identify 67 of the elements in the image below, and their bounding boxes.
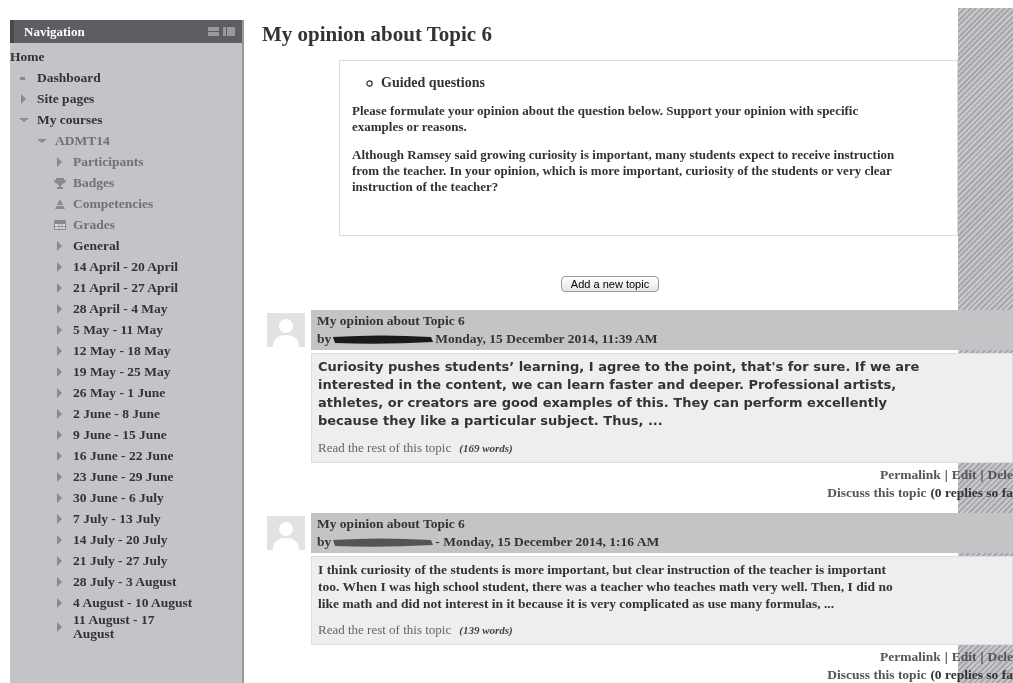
nav-item[interactable]: 4 August - 10 August	[73, 595, 193, 610]
nav-item[interactable]: Dashboard	[37, 70, 101, 85]
nav-item[interactable]: 14 July - 20 July	[73, 532, 168, 547]
post-text-line: athletes, or creators are good examples of this. They can perform excellently	[318, 394, 888, 412]
post-text-line: too. When I was high school student, there was a teacher who teaches math very well. Then, I did no	[318, 578, 894, 595]
post-text-line: like math and did not interest in it because it is very complicated as use many formulas, ...	[318, 595, 836, 612]
nav-item[interactable]: Site pages	[37, 91, 95, 106]
nav-item[interactable]: 16 June - 22 June	[73, 448, 174, 463]
nav-item[interactable]: 5 May - 11 May	[73, 322, 163, 337]
link-separator: |	[980, 649, 984, 665]
post-subject: My opinion about Topic 6	[317, 313, 466, 329]
link-separator: |	[944, 467, 948, 483]
question-paragraph: Please formulate your opinion about the question below. Support your opinion with specific examples or reasons.	[352, 103, 860, 135]
post-date: Monday, 15 December 2014, 11:39 AM	[435, 331, 658, 347]
read-more-link[interactable]: Read the rest of this topic	[318, 440, 452, 456]
circle-bullet-icon	[366, 79, 373, 87]
trophy-icon	[54, 176, 66, 189]
nav-item[interactable]: 26 May - 1 June	[73, 385, 166, 400]
nav-item[interactable]: My courses	[37, 112, 103, 127]
navigation-title: Navigation	[24, 23, 85, 40]
reply-count: (0 replies so fa	[930, 667, 1013, 683]
word-count: (139 words)	[459, 624, 513, 636]
avatar-icon	[267, 516, 305, 550]
nav-item[interactable]: 21 April - 27 April	[73, 280, 178, 295]
nav-item[interactable]: 30 June - 6 July	[73, 490, 164, 505]
discuss-link[interactable]: Discuss this topic	[827, 485, 927, 501]
post-text-line: I think curiosity of the students is more important, but clear instruction of the teacher is important	[318, 561, 888, 578]
nav-item[interactable]: 12 May - 18 May	[73, 343, 171, 358]
post-text-line: Curiosity pushes students’ learning, I agree to the point, that's for sure. If we are	[318, 358, 921, 376]
question-heading: Guided questions	[381, 75, 485, 91]
nav-item[interactable]: 21 July - 27 July	[73, 553, 168, 568]
link-separator: |	[944, 649, 948, 665]
nav-item[interactable]: 23 June - 29 June	[73, 469, 174, 484]
post-action-link[interactable]: Edit	[951, 649, 977, 665]
nav-item[interactable]: 2 June - 8 June	[73, 406, 160, 421]
nav-item[interactable]: 28 July - 3 August	[73, 574, 177, 589]
question-paragraph: Although Ramsey said growing curiosity is important, many students expect to receive instruction from the teacher. In your opinion, which is more important, curiosity of the students or very clear instruction of the teacher?	[352, 147, 896, 195]
page-title: My opinion about Topic 6	[262, 22, 493, 47]
post-action-link[interactable]: Permalink	[880, 649, 941, 665]
nav-item[interactable]: 14 April - 20 April	[73, 259, 178, 274]
pyramid-icon	[54, 197, 66, 210]
read-more-link[interactable]: Read the rest of this topic	[318, 622, 452, 638]
nav-item[interactable]: General	[73, 238, 120, 253]
post-subject: My opinion about Topic 6	[317, 516, 466, 532]
nav-item[interactable]: 7 July - 13 July	[73, 511, 161, 526]
discuss-link[interactable]: Discuss this topic	[827, 667, 927, 683]
add-topic-button[interactable]: Add a new topic	[560, 276, 660, 292]
word-count: (169 words)	[459, 442, 513, 454]
nav-item[interactable]: 19 May - 25 May	[73, 364, 171, 379]
nav-item[interactable]: 9 June - 15 June	[73, 427, 167, 442]
table-icon	[54, 218, 66, 231]
nav-item[interactable]: 11 August - 17 August	[73, 613, 195, 641]
post-action-link[interactable]: Dele	[987, 467, 1013, 483]
link-separator: |	[980, 467, 984, 483]
post-action-link[interactable]: Edit	[951, 467, 977, 483]
dock-icon[interactable]	[208, 26, 236, 37]
post-action-link[interactable]: Permalink	[880, 467, 941, 483]
nav-item[interactable]: Home	[10, 49, 45, 64]
post-text-line: interested in the content, we can learn faster and deeper. Professional artists,	[318, 376, 898, 394]
post-date: - Monday, 15 December 2014, 1:16 AM	[435, 534, 660, 550]
by-label: by	[317, 534, 332, 550]
avatar-icon	[267, 313, 305, 347]
reply-count: (0 replies so fa	[930, 485, 1013, 501]
nav-item[interactable]: 28 April - 4 May	[73, 301, 168, 316]
post-text-line: because they like a particular subject. Thus, ...	[318, 412, 664, 430]
by-label: by	[317, 331, 332, 347]
post-action-link[interactable]: Dele	[987, 649, 1013, 665]
